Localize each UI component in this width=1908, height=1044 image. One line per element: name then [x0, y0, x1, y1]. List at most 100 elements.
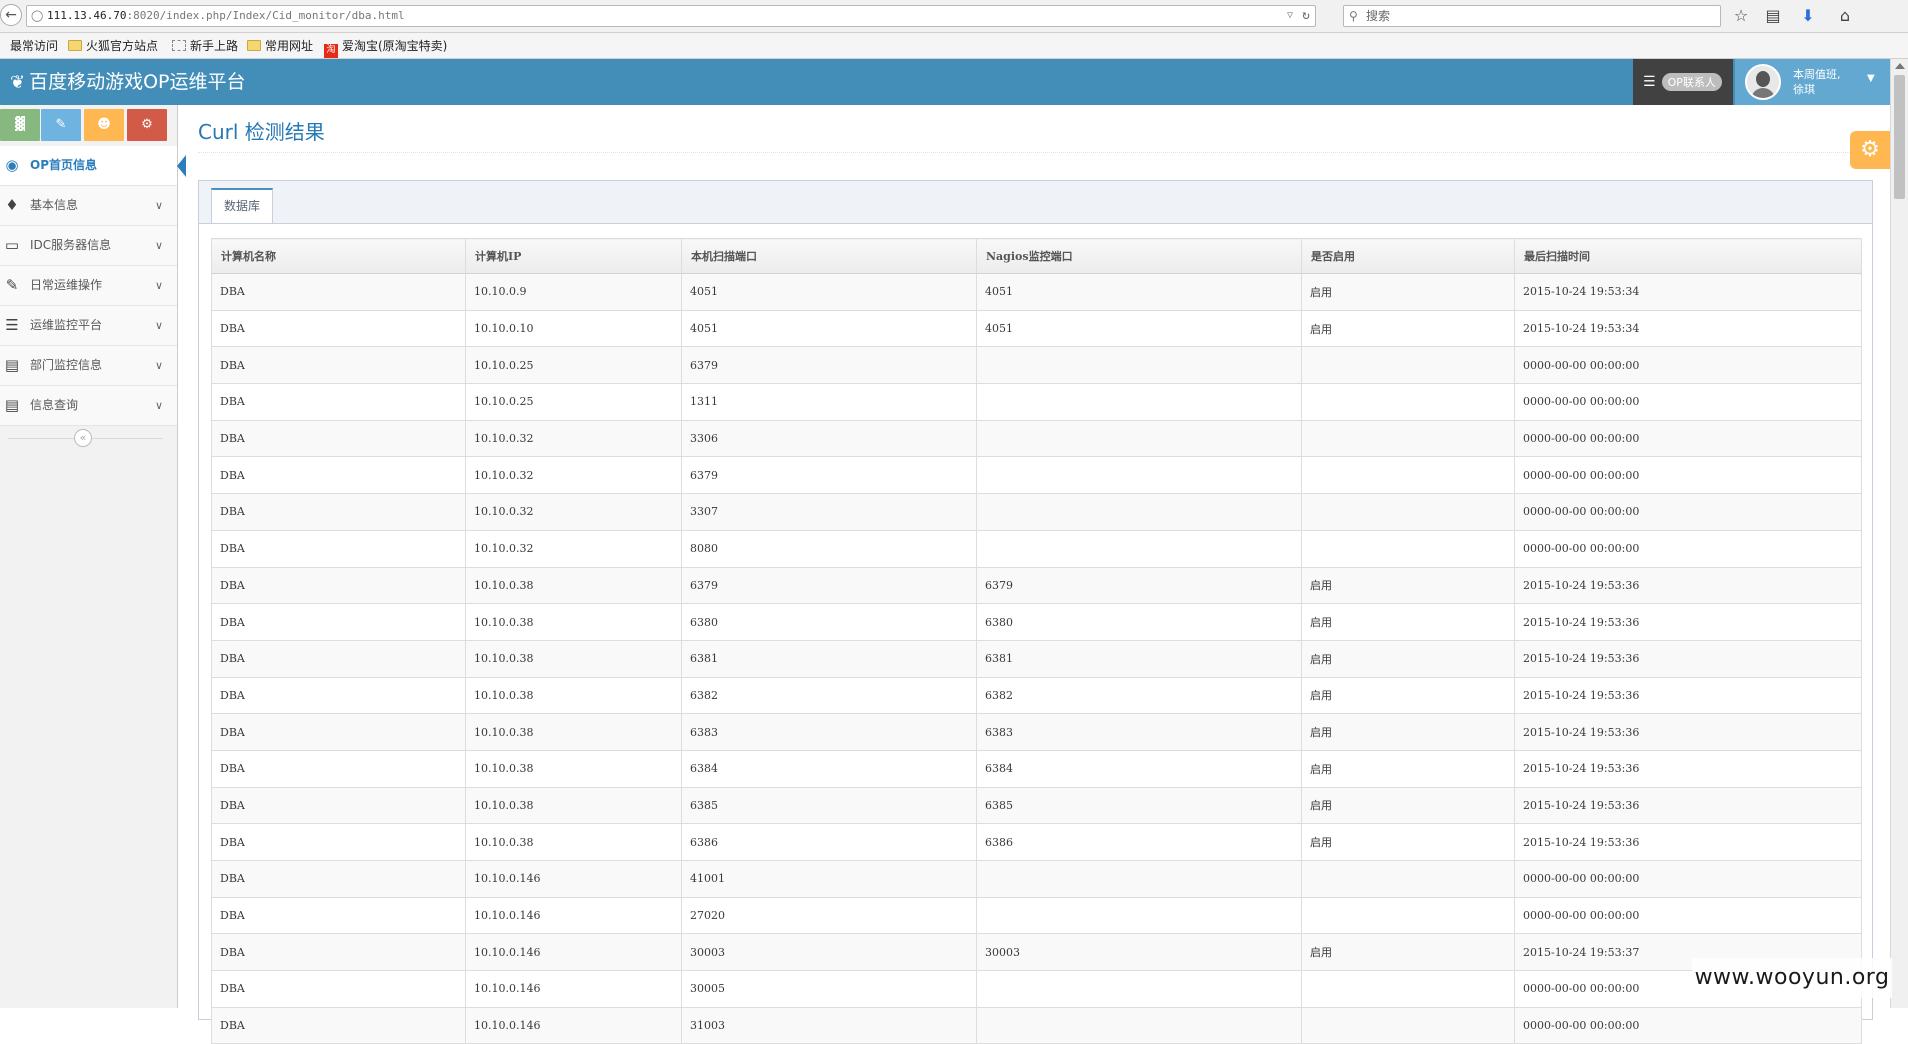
- table-row: DBA 10.10.0.146 30003 30003 启用 2015-10-24 19:…: [211, 933, 1862, 972]
- curl-result-table: 计算机名称 计算机IP 本机扫描端口 Nagios监控端口 是否启用 最后扫描时…: [211, 238, 1862, 1044]
- home-icon[interactable]: ⌂: [1834, 6, 1856, 26]
- table-row: DBA 10.10.0.146 31003 0000-00-00 00:00:00: [211, 1006, 1862, 1044]
- cogs-icon: ⚙: [141, 117, 153, 132]
- table-row: DBA 10.10.0.146 27020 0000-00-00 00:00:00: [211, 896, 1862, 935]
- cell-nagios-port: 6380: [976, 603, 1302, 641]
- sidebar-item-info-query[interactable]: ▤ 信息查询 ∨: [0, 386, 177, 426]
- gear-icon: ⚙: [1860, 137, 1880, 162]
- column-header-nagios-port[interactable]: Nagios监控端口: [976, 238, 1302, 274]
- table-row: DBA 10.10.0.25 6379 0000-00-00 00:00:00: [211, 346, 1862, 385]
- cell-last-scan: 0000-00-00 00:00:00: [1514, 529, 1862, 568]
- tab-panel: 数据库 计算机名称 计算机IP 本机扫描端口 Nagios监控端口 是否启用 最…: [198, 180, 1873, 1044]
- cell-nagios-port: [976, 419, 1302, 458]
- list-alt-icon: ▤: [4, 396, 20, 414]
- browser-search-box[interactable]: ⚲: [1343, 5, 1721, 27]
- cell-local-port: 6379: [681, 456, 977, 495]
- brand-title: 百度移动游戏OP运维平台: [29, 71, 246, 93]
- column-header-ip[interactable]: 计算机IP: [465, 238, 682, 274]
- bookmark-aitaobao[interactable]: 淘爱淘宝(原淘宝特卖): [324, 37, 447, 58]
- cell-ip: 10.10.0.32: [465, 529, 682, 568]
- scroll-thumb[interactable]: [1894, 75, 1905, 199]
- back-button[interactable]: ←: [0, 4, 22, 26]
- cell-local-port: 8080: [681, 529, 977, 568]
- sidebar-item-daily-ops[interactable]: ✎ 日常运维操作 ∨: [0, 266, 177, 306]
- chevron-down-icon: ∨: [154, 199, 163, 212]
- dashboard-icon: ◉: [5, 156, 19, 174]
- chevron-down-icon: ∨: [154, 239, 163, 252]
- bookmark-getting-started[interactable]: 新手上路: [172, 37, 238, 55]
- tab-database[interactable]: 数据库: [211, 188, 274, 223]
- url-host: 111.13.46.70: [47, 9, 127, 22]
- sidebar-item-op-home[interactable]: ◉ OP首页信息: [0, 146, 186, 186]
- brand-logo[interactable]: ❦ 百度移动游戏OP运维平台: [10, 69, 246, 96]
- chevron-down-icon: ∨: [154, 399, 163, 412]
- shortcut-edit-button[interactable]: ✎: [41, 109, 81, 141]
- url-text: 111.13.46.70:8020/index.php/Index/Cid_mo…: [47, 6, 405, 26]
- cell-enabled: [1301, 1006, 1515, 1044]
- globe-icon: ◯: [31, 9, 44, 22]
- bookmark-star-icon[interactable]: ☆: [1730, 6, 1752, 26]
- cell-enabled: [1301, 896, 1515, 935]
- cell-nagios-port: [976, 493, 1302, 531]
- user-info: 本周值班, 徐琪: [1793, 67, 1841, 97]
- double-angle-left-icon[interactable]: «: [74, 429, 92, 447]
- download-icon[interactable]: ⬇: [1797, 6, 1819, 26]
- sidebar-item-dept-monitor[interactable]: ▤ 部门监控信息 ∨: [0, 346, 177, 386]
- url-bar[interactable]: ◯ 111.13.46.70:8020/index.php/Index/Cid_…: [26, 5, 1316, 27]
- scroll-up-icon[interactable]: [1895, 63, 1905, 69]
- chevron-down-icon: ∨: [154, 319, 163, 332]
- cell-enabled: [1301, 493, 1515, 531]
- sidebar-item-basic-info[interactable]: ♦ 基本信息 ∨: [0, 186, 177, 226]
- cell-hostname: DBA: [211, 933, 466, 972]
- cell-hostname: DBA: [211, 273, 466, 311]
- page-scrollbar[interactable]: [1890, 59, 1908, 1008]
- cell-nagios-port: 6379: [976, 566, 1302, 605]
- cell-nagios-port: [976, 346, 1302, 385]
- user-menu[interactable]: 本周值班, 徐琪 ▼: [1735, 59, 1890, 105]
- cell-hostname: DBA: [211, 639, 466, 678]
- cell-enabled: [1301, 860, 1515, 898]
- cell-last-scan: 2015-10-24 19:53:36: [1514, 566, 1862, 605]
- shortcut-stats-button[interactable]: ▓: [0, 109, 40, 141]
- bookmark-most-visited[interactable]: 最常访问: [0, 37, 58, 55]
- cell-local-port: 6379: [681, 346, 977, 385]
- column-header-last-scan[interactable]: 最后扫描时间: [1514, 238, 1862, 274]
- cell-last-scan: 2015-10-24 19:53:36: [1514, 639, 1862, 678]
- sidebar-item-ops-monitor[interactable]: ☰ 运维监控平台 ∨: [0, 306, 177, 346]
- cell-hostname: DBA: [211, 419, 466, 458]
- server-list-icon: ☰: [1643, 74, 1656, 90]
- sidebar-item-label: OP首页信息: [30, 158, 97, 172]
- op-contact-button[interactable]: ☰ OP联系人: [1633, 59, 1733, 105]
- table-row: DBA 10.10.0.38 6381 6381 启用 2015-10-24 19:53:…: [211, 639, 1862, 678]
- settings-button[interactable]: ⚙: [1850, 131, 1890, 169]
- bookmark-common-sites[interactable]: 常用网址: [247, 37, 313, 55]
- cell-hostname: DBA: [211, 823, 466, 861]
- sidebar-item-label: 日常运维操作: [30, 278, 103, 292]
- shortcut-cogs-button[interactable]: ⚙: [127, 109, 167, 141]
- cell-enabled: 启用: [1301, 309, 1515, 348]
- column-header-hostname[interactable]: 计算机名称: [211, 238, 466, 274]
- column-header-enabled[interactable]: 是否启用: [1301, 238, 1515, 274]
- result-table-wrap: 计算机名称 计算机IP 本机扫描端口 Nagios监控端口 是否启用 最后扫描时…: [211, 238, 1862, 1044]
- sidebar-item-idc-servers[interactable]: ▭ IDC服务器信息 ∨: [0, 226, 177, 266]
- cell-enabled: [1301, 346, 1515, 385]
- cell-local-port: 6385: [681, 786, 977, 825]
- edit-icon: ✎: [5, 276, 19, 294]
- bookmark-firefox-site[interactable]: 火狐官方站点: [68, 37, 158, 55]
- column-header-local-port[interactable]: 本机扫描端口: [681, 238, 977, 274]
- reading-list-icon[interactable]: ▤: [1762, 6, 1784, 26]
- cell-ip: 10.10.0.38: [465, 639, 682, 678]
- shortcut-users-button[interactable]: ☻: [84, 109, 124, 141]
- cell-nagios-port: [976, 529, 1302, 568]
- app-header: ❦ 百度移动游戏OP运维平台 ☰ OP联系人 本周值班, 徐琪 ▼: [0, 59, 1890, 105]
- search-input[interactable]: [1366, 7, 1706, 25]
- url-dropdown-icon[interactable]: ▽: [1287, 6, 1293, 26]
- cell-ip: 10.10.0.146: [465, 860, 682, 898]
- cell-nagios-port: 6386: [976, 823, 1302, 861]
- sidebar-item-label: 基本信息: [30, 198, 79, 212]
- cell-local-port: 41001: [681, 860, 977, 898]
- signal-icon: ▓: [15, 117, 25, 132]
- page-header: Curl 检测结果: [198, 118, 1870, 153]
- cell-nagios-port: 6383: [976, 713, 1302, 751]
- reload-icon[interactable]: ↻: [1302, 6, 1310, 26]
